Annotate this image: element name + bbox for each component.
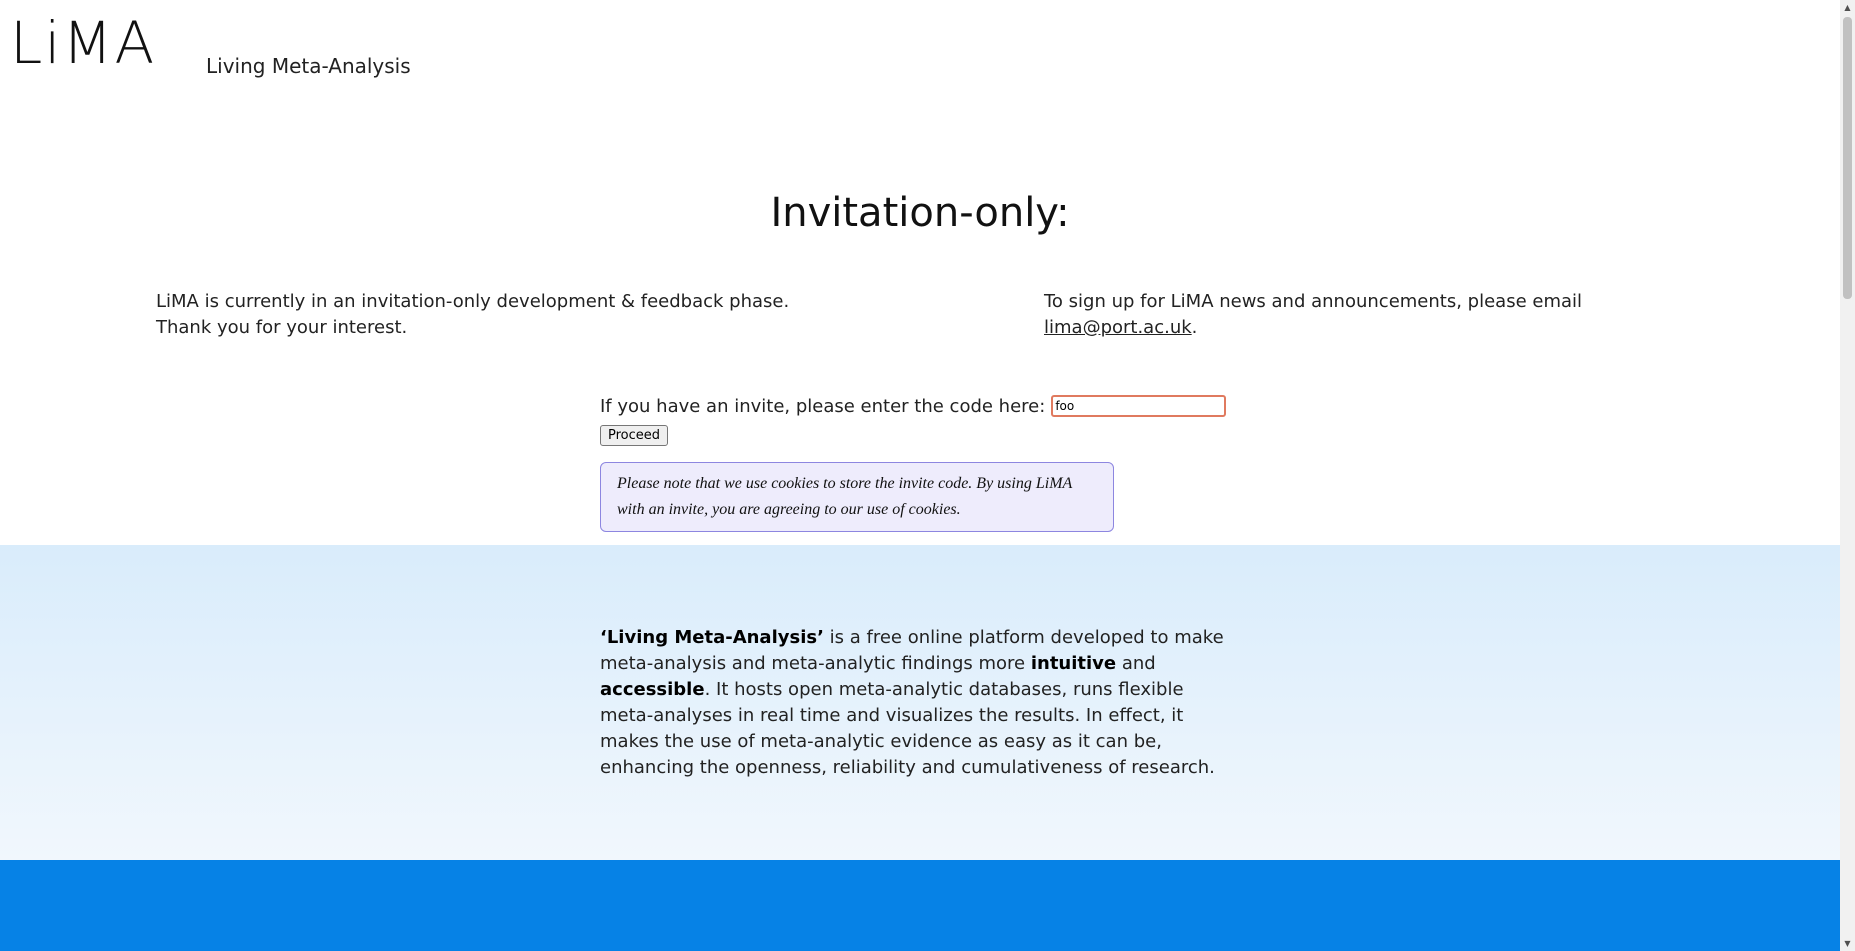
signup-info-line2: lima@port.ac.uk. [1044, 315, 1582, 341]
invite-code-input[interactable] [1051, 395, 1227, 417]
about-bold-accessible: accessible [600, 679, 705, 700]
about-text-2: and [1116, 653, 1156, 674]
invitation-info: LiMA is currently in an invitation-only … [156, 289, 789, 341]
scroll-up-arrow-icon[interactable]: ▲ [1840, 0, 1855, 15]
cookie-notice: Please note that we use cookies to store… [600, 462, 1114, 532]
signup-info-period: . [1191, 317, 1198, 338]
scroll-down-arrow-icon[interactable]: ▼ [1840, 936, 1855, 951]
about-paragraph: ‘Living Meta-Analysis’ is a free online … [600, 625, 1240, 781]
page: LiMA Living Meta-Analysis Invitation-onl… [0, 0, 1840, 951]
signup-info-line1: To sign up for LiMA news and announcemen… [1044, 291, 1583, 312]
about-section: ‘Living Meta-Analysis’ is a free online … [0, 545, 1840, 860]
invite-code-label: If you have an invite, please enter the … [600, 395, 1046, 417]
scrollbar-thumb[interactable] [1843, 17, 1852, 299]
invitation-info-line1: LiMA is currently in an invitation-only … [156, 291, 790, 312]
about-bold-intuitive: intuitive [1030, 653, 1117, 674]
vertical-scrollbar[interactable]: ▲ ▼ [1840, 0, 1855, 951]
lima-logo[interactable]: LiMA [10, 14, 156, 72]
page-title: Invitation-only: [770, 190, 1070, 236]
email-link[interactable]: lima@port.ac.uk [1044, 317, 1192, 338]
footer-band [0, 860, 1840, 951]
signup-info: To sign up for LiMA news and announcemen… [1044, 289, 1582, 341]
about-name: ‘Living Meta-Analysis’ [600, 627, 824, 648]
proceed-button[interactable]: Proceed [600, 425, 669, 446]
invite-code-row: If you have an invite, please enter the … [600, 395, 1227, 417]
site-tagline: Living Meta-Analysis [206, 54, 411, 78]
invitation-info-line2: Thank you for your interest. [156, 317, 408, 338]
